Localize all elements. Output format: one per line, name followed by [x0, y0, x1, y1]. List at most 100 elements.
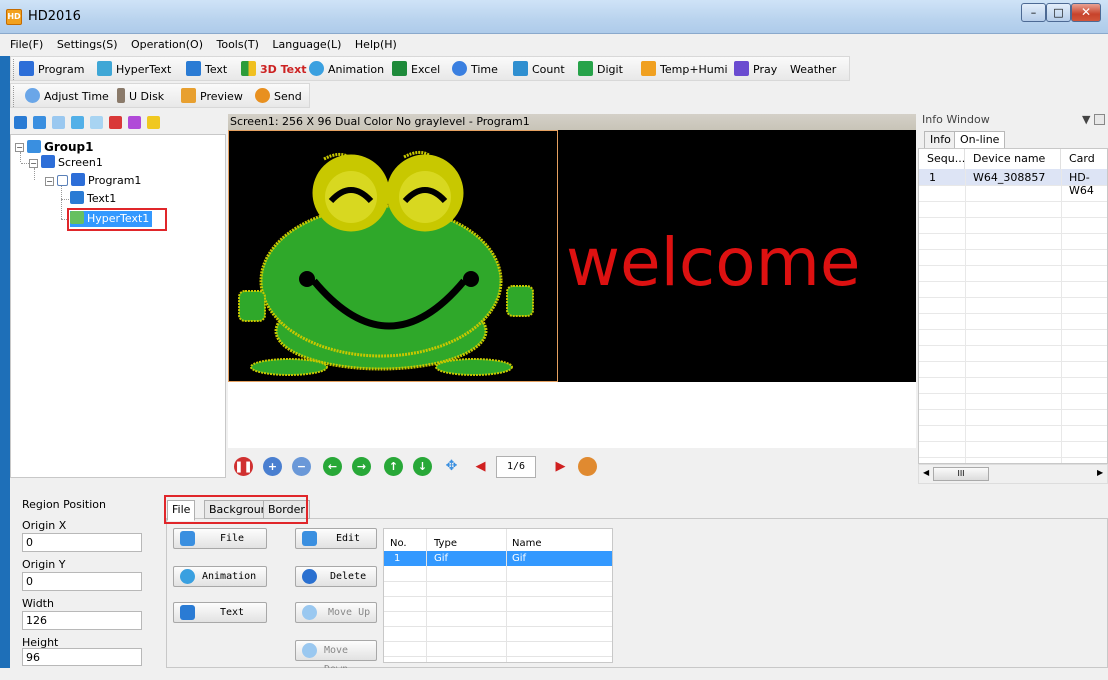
count-button[interactable]: Count: [513, 61, 565, 79]
animation-icon: [309, 61, 324, 76]
origin-y-input[interactable]: 0: [22, 572, 142, 591]
tree-node-screen[interactable]: Screen1: [41, 155, 103, 171]
3d-text-button[interactable]: 3D Text: [241, 61, 306, 79]
delete-icon[interactable]: [109, 116, 122, 129]
scroll-left-icon[interactable]: ◀: [923, 468, 929, 477]
width-input[interactable]: 126: [22, 611, 142, 630]
pin-icon[interactable]: ▼: [1082, 112, 1090, 128]
animation-button[interactable]: Animation: [309, 61, 384, 79]
delete-button[interactable]: Delete: [295, 566, 377, 587]
checkbox-icon[interactable]: [57, 175, 68, 186]
menu-tools[interactable]: Tools(T): [217, 36, 259, 54]
group-expander[interactable]: −: [15, 143, 24, 152]
status-bar: [0, 668, 1108, 680]
col-device-name[interactable]: Device name: [965, 149, 1061, 169]
tab-online[interactable]: On-line: [954, 131, 1006, 148]
move-up-button[interactable]: ↑: [384, 457, 403, 476]
temp-humi-button[interactable]: Temp+Humi: [641, 61, 728, 79]
adjust-time-button[interactable]: Adjust Time: [25, 88, 109, 106]
minimize-button[interactable]: –: [1021, 3, 1046, 22]
device-seq: 1: [929, 171, 936, 184]
next-page-button[interactable]: ▶: [551, 457, 570, 476]
insert-toolbar: Program HyperText Text 3D Text Animation…: [10, 56, 850, 81]
move-down-item-button[interactable]: Move Down: [295, 640, 377, 675]
file-list-table: No. Type Name 1 Gif Gif: [383, 528, 613, 663]
hypertext-button[interactable]: HyperText: [97, 61, 171, 79]
search-icon[interactable]: [147, 116, 160, 129]
arrow-down-icon: [302, 643, 317, 658]
close-panel-icon[interactable]: [1094, 114, 1105, 125]
origin-y-label: Origin Y: [22, 558, 66, 571]
title-bar: HD HD2016 – □ ✕: [0, 0, 1108, 34]
edit-button[interactable]: Edit: [295, 528, 377, 549]
send-button[interactable]: Send: [255, 88, 302, 106]
program-expander[interactable]: −: [45, 177, 54, 186]
animation-effect-button[interactable]: Animation: [173, 566, 267, 587]
pray-button[interactable]: Pray: [734, 61, 777, 79]
program-button[interactable]: Program: [19, 61, 84, 79]
move-up-icon[interactable]: [71, 116, 84, 129]
copy-icon[interactable]: [52, 116, 65, 129]
excel-button[interactable]: Excel: [392, 61, 440, 79]
text-icon: [70, 191, 84, 204]
device-name: W64_308857: [973, 171, 1046, 184]
row-name: Gif: [512, 553, 527, 564]
move-up-item-button[interactable]: Move Up: [295, 602, 377, 623]
program-icon: [71, 173, 85, 186]
previous-page-button[interactable]: ◀: [471, 457, 490, 476]
text-add-button[interactable]: Text: [173, 602, 267, 623]
horizontal-scrollbar[interactable]: ◀ III ▶: [918, 464, 1108, 484]
pray-icon: [734, 61, 749, 76]
origin-x-input[interactable]: 0: [22, 533, 142, 552]
save-icon[interactable]: [14, 116, 27, 129]
text-icon: [186, 61, 201, 76]
move-left-button[interactable]: ←: [323, 457, 342, 476]
table-row[interactable]: 1 Gif Gif: [384, 551, 612, 566]
height-input[interactable]: 96: [22, 648, 142, 666]
preview-icon: [181, 88, 196, 103]
preview-button[interactable]: Preview: [181, 88, 243, 106]
scroll-right-icon[interactable]: ▶: [1097, 468, 1103, 477]
move-down-icon[interactable]: [90, 116, 103, 129]
pause-button[interactable]: ❚❚: [234, 457, 253, 476]
text-region[interactable]: welcome: [558, 130, 916, 382]
brightness-button[interactable]: [578, 457, 597, 476]
text-button[interactable]: Text: [186, 61, 227, 79]
screen-info-header: Screen1: 256 X 96 Dual Color No grayleve…: [228, 114, 916, 130]
time-button[interactable]: Time: [452, 61, 498, 79]
adjust-time-icon: [25, 88, 40, 103]
menu-file[interactable]: File(F): [10, 36, 43, 54]
tree-node-program[interactable]: Program1: [57, 173, 141, 189]
zoom-out-button[interactable]: −: [292, 457, 311, 476]
tree-node-group[interactable]: Group1: [27, 139, 94, 155]
digit-button[interactable]: Digit: [578, 61, 623, 79]
window-title: HD2016: [28, 9, 81, 24]
menu-settings[interactable]: Settings(S): [57, 36, 118, 54]
scroll-thumb[interactable]: III: [933, 467, 989, 481]
close-button[interactable]: ✕: [1071, 3, 1101, 22]
menu-help[interactable]: Help(H): [355, 36, 397, 54]
menu-operation[interactable]: Operation(O): [131, 36, 203, 54]
zoom-in-button[interactable]: +: [263, 457, 282, 476]
col-card[interactable]: Card: [1061, 149, 1107, 169]
new-screen-icon[interactable]: [33, 116, 46, 129]
tree-node-text[interactable]: Text1: [70, 191, 116, 207]
check-icon[interactable]: [128, 116, 141, 129]
center-button[interactable]: ✥: [442, 457, 461, 476]
group-icon: [27, 140, 41, 153]
move-down-button[interactable]: ↓: [413, 457, 432, 476]
screen-expander[interactable]: −: [29, 159, 38, 168]
maximize-button[interactable]: □: [1046, 3, 1071, 22]
u-disk-icon: [117, 88, 125, 103]
table-row[interactable]: 1 W64_308857 HD-W64: [919, 169, 1107, 197]
col-sequence[interactable]: Sequ...: [919, 149, 965, 169]
move-right-button[interactable]: →: [352, 457, 371, 476]
hypertext-region[interactable]: [228, 130, 558, 382]
program-tree: − Group1 − Screen1 − Program1 Text1 Hype…: [10, 134, 226, 478]
weather-button[interactable]: Weather: [790, 61, 836, 79]
tab-info[interactable]: Info: [924, 131, 957, 148]
file-button[interactable]: File: [173, 528, 267, 549]
u-disk-button[interactable]: U Disk: [117, 88, 164, 106]
menu-language[interactable]: Language(L): [272, 36, 341, 54]
text-icon: [180, 605, 195, 620]
